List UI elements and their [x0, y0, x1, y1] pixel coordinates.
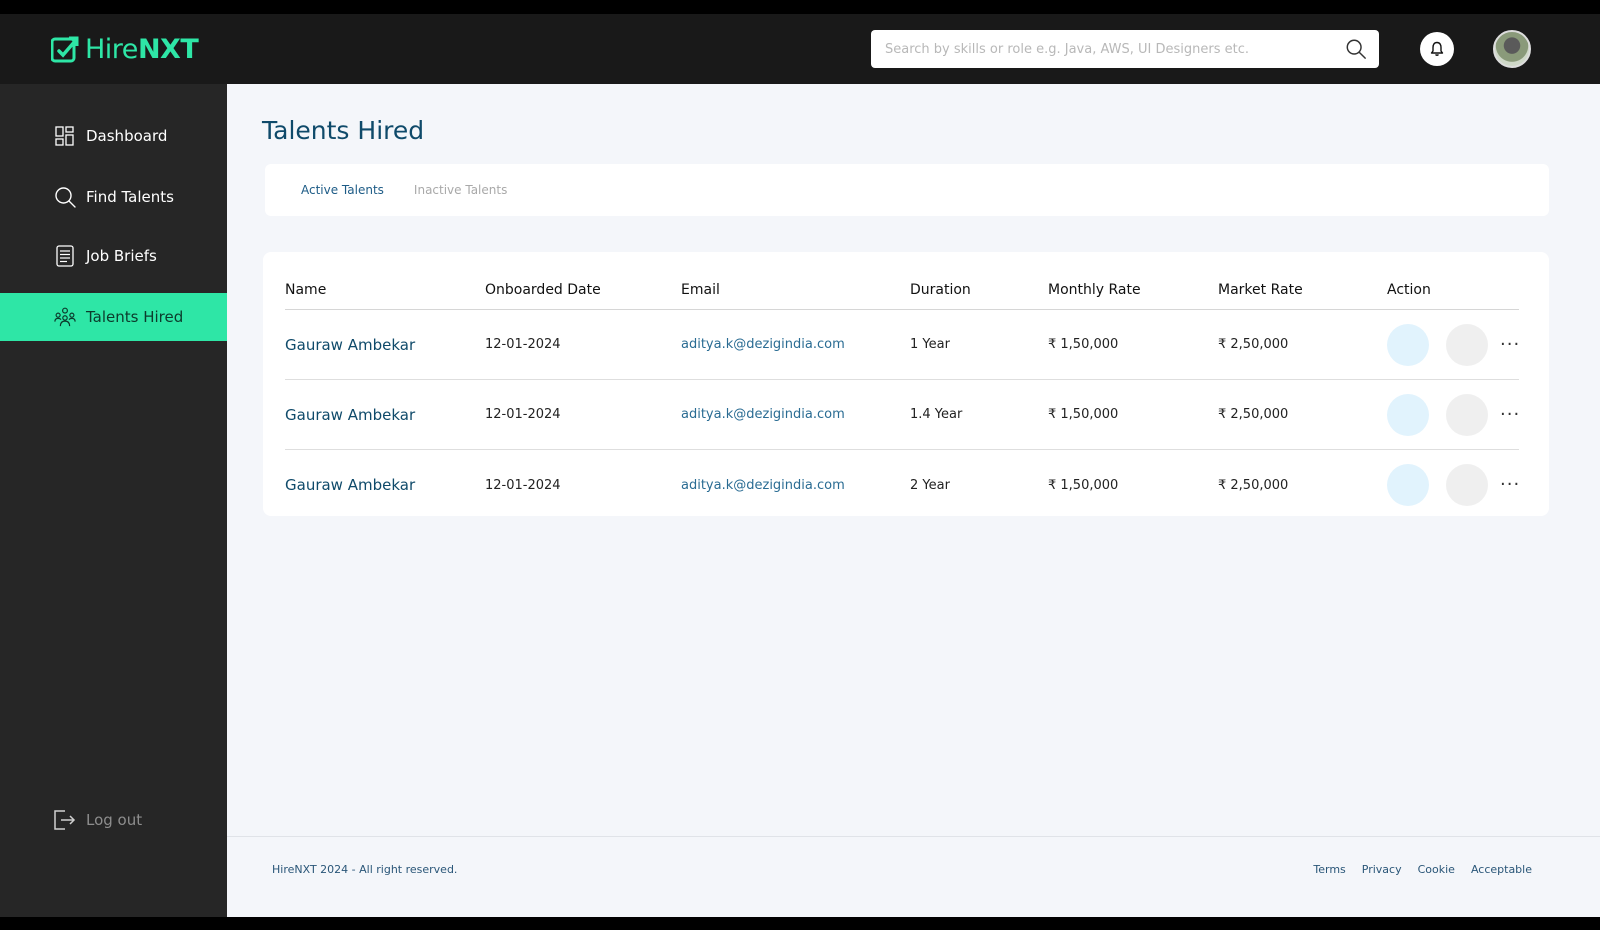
tab-active-talents[interactable]: Active Talents: [301, 183, 384, 197]
footer-link-privacy[interactable]: Privacy: [1362, 863, 1402, 876]
sidebar-item-label: Dashboard: [86, 127, 168, 145]
user-avatar[interactable]: [1493, 30, 1531, 68]
column-header-email: Email: [681, 281, 720, 298]
footer-link-acceptable[interactable]: Acceptable: [1471, 863, 1532, 876]
column-header-monthly-rate: Monthly Rate: [1048, 281, 1141, 298]
search-icon[interactable]: [1345, 38, 1367, 60]
email-link[interactable]: aditya.k@dezigindia.com: [681, 407, 845, 422]
table-header-row: Name Onboarded Date Email Duration Month…: [285, 270, 1519, 310]
row-actions: ···: [1387, 380, 1520, 449]
market-rate: ₹ 2,50,000: [1218, 477, 1289, 493]
footer-link-cookie[interactable]: Cookie: [1418, 863, 1455, 876]
search-bar: [871, 30, 1379, 68]
tab-inactive-talents[interactable]: Inactive Talents: [414, 183, 507, 197]
talent-name-link[interactable]: Gauraw Ambekar: [285, 476, 415, 494]
action-button-secondary[interactable]: [1446, 464, 1488, 506]
column-header-onboarded-date: Onboarded Date: [485, 281, 601, 298]
team-icon: [54, 306, 76, 328]
table-row: Gauraw Ambekar 12-01-2024 aditya.k@dezig…: [285, 310, 1519, 380]
sidebar-item-label: Find Talents: [86, 188, 174, 206]
monthly-rate: ₹ 1,50,000: [1048, 337, 1119, 352]
talents-table-card: Name Onboarded Date Email Duration Month…: [263, 252, 1549, 516]
sidebar: Dashboard Find Talents Job Briefs Talent…: [0, 84, 227, 917]
app-window: HireNXT Search by skills or role e.g. Ja…: [0, 14, 1600, 917]
document-icon: [54, 245, 76, 267]
talents-table: Name Onboarded Date Email Duration Month…: [285, 270, 1519, 520]
search-input[interactable]: [885, 41, 1345, 57]
footer-links: Terms Privacy Cookie Acceptable: [1313, 863, 1532, 876]
column-header-action: Action: [1387, 281, 1431, 298]
action-button-primary[interactable]: [1387, 323, 1429, 366]
more-options-icon[interactable]: ···: [1500, 476, 1520, 494]
sidebar-item-label: Talents Hired: [86, 308, 184, 326]
row-actions: ···: [1387, 310, 1520, 379]
logout-icon: [54, 810, 76, 830]
dashboard-icon: [54, 125, 76, 147]
monthly-rate: ₹ 1,50,000: [1048, 477, 1119, 493]
duration: 1.4 Year: [910, 407, 963, 422]
sidebar-item-dashboard[interactable]: Dashboard: [0, 112, 227, 160]
duration: 2 Year: [910, 477, 950, 493]
table-row: Gauraw Ambekar 12-01-2024 aditya.k@dezig…: [285, 380, 1519, 450]
more-options-icon[interactable]: ···: [1500, 405, 1520, 424]
brand-name: HireNXT: [85, 33, 199, 65]
onboarded-date: 12-01-2024: [485, 407, 561, 422]
action-button-primary[interactable]: [1387, 464, 1429, 506]
copyright-text: HireNXT 2024 - All right reserved.: [272, 863, 458, 876]
market-rate: ₹ 2,50,000: [1218, 337, 1289, 352]
notifications-button[interactable]: [1420, 32, 1454, 66]
talent-name-link[interactable]: Gauraw Ambekar: [285, 406, 415, 424]
sidebar-item-talents-hired[interactable]: Talents Hired: [0, 293, 227, 341]
top-bar: HireNXT: [0, 14, 1600, 84]
logout-button[interactable]: Log out: [52, 808, 142, 832]
brand-name-light: Hire: [85, 33, 138, 65]
sidebar-item-job-briefs[interactable]: Job Briefs: [0, 232, 227, 280]
monthly-rate: ₹ 1,50,000: [1048, 407, 1119, 422]
onboarded-date: 12-01-2024: [485, 337, 561, 352]
search-icon: [54, 186, 76, 208]
talent-name-link[interactable]: Gauraw Ambekar: [285, 336, 415, 354]
row-actions: ···: [1387, 450, 1520, 520]
market-rate: ₹ 2,50,000: [1218, 407, 1289, 422]
column-header-name: Name: [285, 281, 327, 298]
logout-label: Log out: [86, 811, 143, 829]
duration: 1 Year: [910, 337, 950, 352]
main-content: Talents Hired Active Talents Inactive Ta…: [227, 84, 1600, 917]
column-header-duration: Duration: [910, 281, 971, 298]
footer-link-terms[interactable]: Terms: [1313, 863, 1345, 876]
more-options-icon[interactable]: ···: [1500, 335, 1520, 354]
email-link[interactable]: aditya.k@dezigindia.com: [681, 478, 845, 493]
action-button-secondary[interactable]: [1446, 393, 1488, 436]
footer: HireNXT 2024 - All right reserved. Terms…: [227, 836, 1600, 917]
page-title: Talents Hired: [262, 116, 425, 145]
brand-logo[interactable]: HireNXT: [51, 33, 199, 65]
onboarded-date: 12-01-2024: [485, 477, 561, 493]
action-button-primary[interactable]: [1387, 393, 1429, 436]
action-button-secondary[interactable]: [1446, 323, 1488, 366]
sidebar-item-label: Job Briefs: [86, 247, 157, 265]
email-link[interactable]: aditya.k@dezigindia.com: [681, 337, 845, 352]
brand-name-bold: NXT: [137, 33, 199, 65]
logo-icon: [51, 36, 79, 63]
table-row: Gauraw Ambekar 12-01-2024 aditya.k@dezig…: [285, 450, 1519, 520]
column-header-market-rate: Market Rate: [1218, 281, 1303, 298]
tab-bar: Active Talents Inactive Talents: [265, 164, 1549, 216]
sidebar-item-find-talents[interactable]: Find Talents: [0, 173, 227, 221]
bell-icon: [1430, 41, 1444, 56]
